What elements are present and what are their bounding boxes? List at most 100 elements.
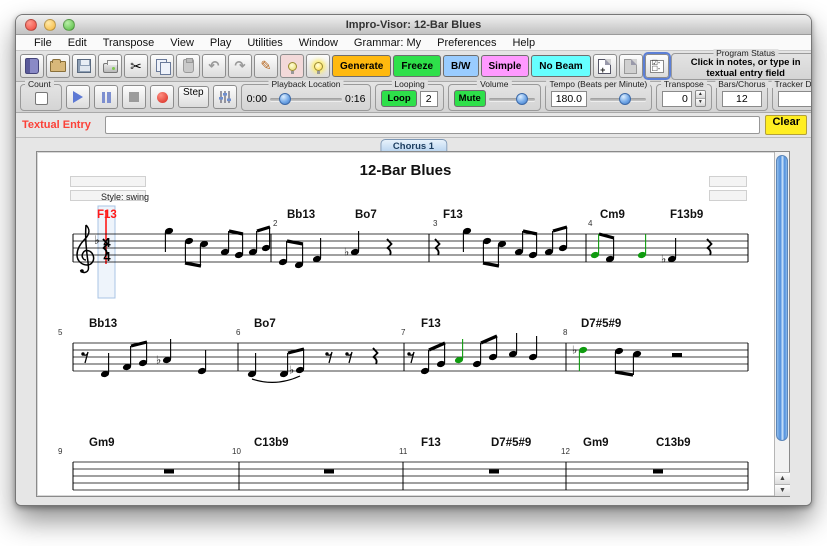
measure-number: 10 xyxy=(232,447,241,456)
whole-rest[interactable] xyxy=(653,470,663,474)
staff-canvas[interactable]: 12-Bar Blues Style: swing 234F13Bb13Bo7F… xyxy=(37,152,774,496)
no-beam-button[interactable]: No Beam xyxy=(531,55,590,77)
whole-rest[interactable] xyxy=(324,470,334,474)
chord-symbol[interactable]: Cm9 xyxy=(600,209,625,221)
playback-slider[interactable] xyxy=(270,93,342,105)
menu-item-utilities[interactable]: Utilities xyxy=(239,37,290,49)
zoom-button[interactable] xyxy=(63,19,75,31)
undo-button[interactable]: ↶ xyxy=(202,54,226,78)
menu-item-window[interactable]: Window xyxy=(291,37,346,49)
tempo-slider-thumb[interactable] xyxy=(619,93,631,105)
bars-chorus-field[interactable]: 12 xyxy=(722,91,762,107)
chord-symbol[interactable]: Bb13 xyxy=(287,209,315,221)
scroll-up-arrow-icon[interactable]: ▲ xyxy=(775,472,790,484)
textual-entry-row: Textual Entry Clear xyxy=(16,113,811,138)
pause-icon xyxy=(102,92,111,103)
chord-symbol[interactable]: C13b9 xyxy=(254,437,289,449)
loop-button[interactable]: Loop xyxy=(381,90,416,107)
tempo-slider[interactable] xyxy=(590,93,646,105)
notebook-icon xyxy=(25,58,39,74)
count-in-checkbox[interactable] xyxy=(35,92,48,105)
whole-rest[interactable] xyxy=(164,470,174,474)
generate-button[interactable]: Generate xyxy=(332,55,391,77)
new-chorus-tab-button[interactable]: + xyxy=(593,54,617,78)
add-tab-button[interactable] xyxy=(619,54,643,78)
scroll-down-arrow-icon[interactable]: ▼ xyxy=(775,484,790,496)
vertical-scrollbar[interactable]: ▲ ▼ xyxy=(774,152,789,496)
measure-number: 2 xyxy=(273,219,278,228)
loop-count-field[interactable]: 2 xyxy=(420,91,438,107)
scissors-icon: ✂ xyxy=(130,58,142,75)
looping-group: Looping Loop 2 xyxy=(375,84,443,111)
tracker-delay-label: Tracker Delay xyxy=(772,80,812,88)
chord-symbol[interactable]: D7#5#9 xyxy=(581,318,621,330)
volume-slider[interactable] xyxy=(489,93,535,105)
menu-item-edit[interactable]: Edit xyxy=(60,37,95,49)
simple-button[interactable]: Simple xyxy=(481,55,530,77)
lick-generator-bulb-button[interactable] xyxy=(306,54,330,78)
app-window: Impro-Visor: 12-Bar Blues File Edit Tran… xyxy=(15,14,812,506)
spinner-down-icon[interactable]: ▼ xyxy=(696,99,705,106)
spinner-up-icon[interactable]: ▲ xyxy=(696,91,705,99)
checkbox-list-button[interactable]: ☑-☐- xyxy=(645,54,669,78)
menu-item-file[interactable]: File xyxy=(26,37,60,49)
printer-icon xyxy=(103,63,118,73)
tempo-label: Tempo (Beats per Minute) xyxy=(546,80,650,88)
advice-button[interactable] xyxy=(280,54,304,78)
cut-button[interactable]: ✂ xyxy=(124,54,148,78)
close-button[interactable] xyxy=(25,19,37,31)
save-leadsheet-button[interactable] xyxy=(72,54,96,78)
open-leadsheet-button[interactable] xyxy=(46,54,70,78)
menu-item-grammar[interactable]: Grammar: My xyxy=(346,37,429,49)
freeze-button[interactable]: Freeze xyxy=(393,55,441,77)
pause-button[interactable] xyxy=(94,85,118,109)
tracker-delay-field[interactable]: 0 xyxy=(778,91,812,107)
transpose-group: Transpose 0 ▲▼ xyxy=(656,84,712,111)
menu-item-transpose[interactable]: Transpose xyxy=(95,37,163,49)
redo-button[interactable]: ↷ xyxy=(228,54,252,78)
chord-symbol[interactable]: F13 xyxy=(443,209,463,221)
print-button[interactable] xyxy=(98,54,122,78)
chord-symbol[interactable]: F13 xyxy=(421,318,441,330)
chord-symbol[interactable]: Bb13 xyxy=(89,318,117,330)
draw-button[interactable]: ✎ xyxy=(254,54,278,78)
menu-item-help[interactable]: Help xyxy=(504,37,543,49)
chord-symbol[interactable]: Bo7 xyxy=(254,318,276,330)
half-rest[interactable] xyxy=(672,353,682,357)
menu-item-view[interactable]: View xyxy=(162,37,202,49)
bw-button[interactable]: B/W xyxy=(443,55,478,77)
mixer-button[interactable] xyxy=(213,85,237,109)
step-button[interactable]: Step xyxy=(178,86,209,108)
chord-symbol[interactable]: F13 xyxy=(421,437,441,449)
transpose-field[interactable]: 0 xyxy=(662,91,692,107)
new-leadsheet-button[interactable] xyxy=(20,54,44,78)
transpose-spinner[interactable]: ▲▼ xyxy=(695,90,706,107)
title-bar[interactable]: Impro-Visor: 12-Bar Blues xyxy=(16,15,811,35)
minimize-button[interactable] xyxy=(44,19,56,31)
tempo-field[interactable]: 180.0 xyxy=(551,91,587,107)
whole-rest[interactable] xyxy=(489,470,499,474)
clear-button[interactable]: Clear xyxy=(765,115,807,135)
record-button[interactable] xyxy=(150,85,174,109)
play-button[interactable] xyxy=(66,85,90,109)
notation-svg[interactable]: 234F13Bb13Bo7F13Cm9F13b9♭44♭♭5678Bb13Bo7… xyxy=(37,152,774,496)
chord-symbol[interactable]: F13b9 xyxy=(670,209,703,221)
measure-number: 7 xyxy=(401,328,406,337)
volume-slider-thumb[interactable] xyxy=(516,93,528,105)
menu-item-play[interactable]: Play xyxy=(202,37,239,49)
menu-item-preferences[interactable]: Preferences xyxy=(429,37,504,49)
chord-symbol[interactable]: C13b9 xyxy=(656,437,691,449)
stop-button[interactable] xyxy=(122,85,146,109)
copy-button[interactable] xyxy=(150,54,174,78)
scrollbar-thumb[interactable] xyxy=(776,155,788,441)
chord-symbol[interactable]: Gm9 xyxy=(89,437,115,449)
mute-button[interactable]: Mute xyxy=(454,90,486,107)
textual-entry-input[interactable] xyxy=(105,116,760,134)
chord-symbol[interactable]: Gm9 xyxy=(583,437,609,449)
chord-symbol[interactable]: F13 xyxy=(97,209,117,221)
leadsheet-panel[interactable]: 12-Bar Blues Style: swing 234F13Bb13Bo7F… xyxy=(36,151,790,497)
playback-slider-thumb[interactable] xyxy=(279,93,291,105)
paste-button[interactable] xyxy=(176,54,200,78)
chord-symbol[interactable]: D7#5#9 xyxy=(491,437,531,449)
chord-symbol[interactable]: Bo7 xyxy=(355,209,377,221)
